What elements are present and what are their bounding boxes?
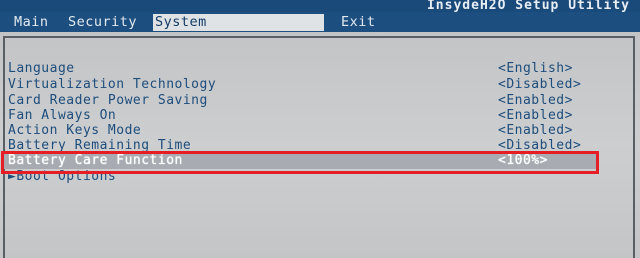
tab-main[interactable]: Main (12, 14, 51, 31)
setting-value[interactable]: <100%> (498, 153, 548, 169)
setting-value[interactable]: <Enabled> (498, 123, 573, 139)
setting-row-battery-remaining-time[interactable]: Battery Remaining Time <Disabled> (8, 138, 630, 154)
setting-label: Virtualization Technology (8, 77, 217, 92)
setting-row-battery-care-function[interactable]: Battery Care Function <100%> (4, 153, 630, 169)
settings-panel: Language <English> Virtualization Techno… (0, 32, 640, 258)
setting-row-fan-always-on[interactable]: Fan Always On <Enabled> (8, 108, 630, 124)
menu-bar: Main Security System Configuration Exit (0, 12, 640, 47)
tab-security[interactable]: Security (66, 14, 139, 31)
setting-label: Fan Always On (8, 108, 117, 123)
setting-value[interactable]: <Enabled> (498, 93, 573, 109)
setting-label: Language (8, 61, 75, 76)
setting-row-card-reader-power-saving[interactable]: Card Reader Power Saving <Enabled> (8, 93, 630, 109)
setting-label: Action Keys Mode (8, 123, 142, 138)
setting-label: Battery Remaining Time (8, 138, 192, 153)
setting-row-language[interactable]: Language <English> (8, 61, 630, 77)
submenu-label: ►Boot Options (8, 169, 117, 184)
tab-exit[interactable]: Exit (339, 14, 378, 31)
setting-row-virtualization-technology[interactable]: Virtualization Technology <Disabled> (8, 77, 630, 93)
setting-value[interactable]: <Enabled> (498, 108, 573, 124)
setting-value[interactable]: <English> (498, 61, 573, 77)
setting-value[interactable]: <Disabled> (498, 77, 581, 93)
setting-label: Battery Care Function (8, 153, 183, 168)
setting-value[interactable]: <Disabled> (498, 138, 581, 154)
bios-screen: InsydeH2O Setup Utility Main Security Sy… (0, 0, 640, 258)
tab-system-configuration[interactable]: System Configuration (153, 14, 324, 47)
title-bar: InsydeH2O Setup Utility (0, 0, 640, 13)
setting-row-action-keys-mode[interactable]: Action Keys Mode <Enabled> (8, 123, 630, 139)
setting-row-boot-options[interactable]: ►Boot Options (8, 169, 630, 185)
setting-label: Card Reader Power Saving (8, 93, 208, 108)
